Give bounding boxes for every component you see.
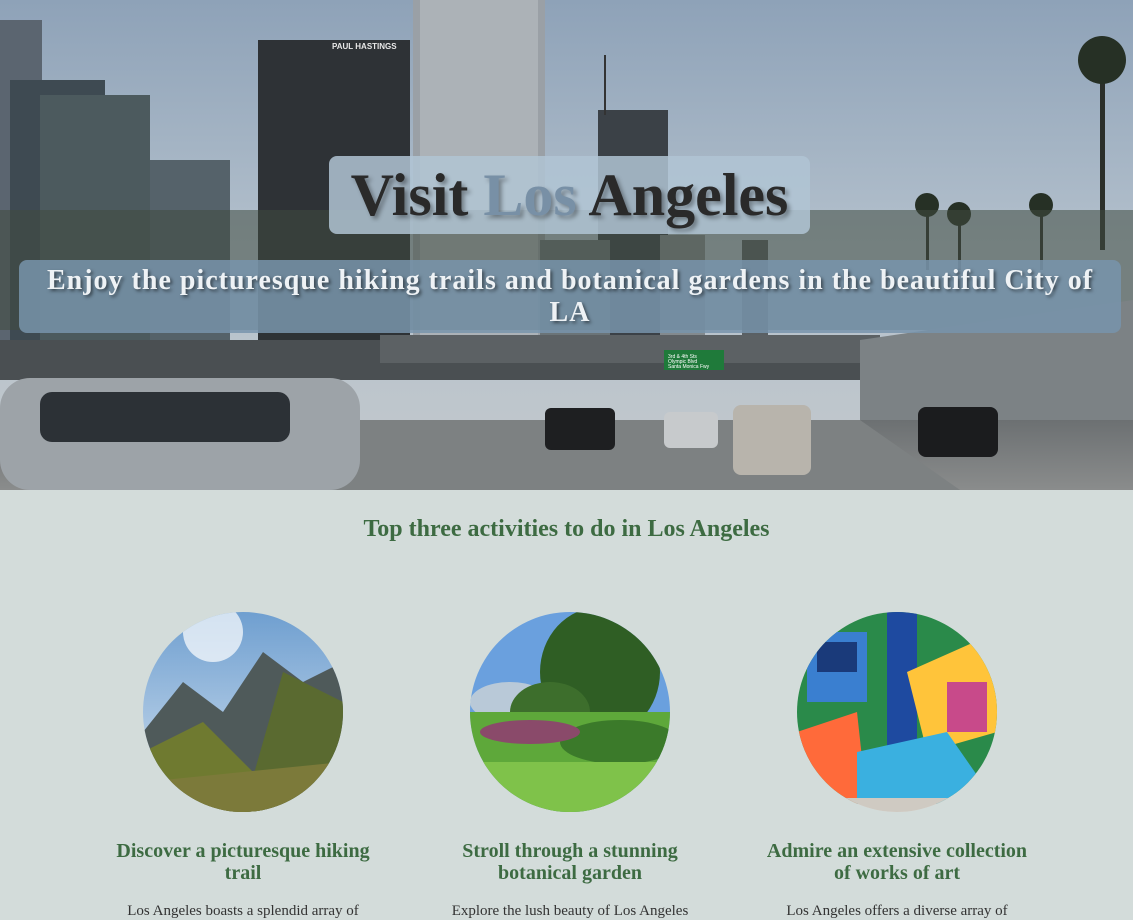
- activity-text: Los Angeles offers a diverse array of: [786, 903, 1008, 919]
- svg-text:PAUL HASTINGS: PAUL HASTINGS: [332, 42, 397, 51]
- activity-card-hiking: Discover a picturesque hiking trail Los …: [103, 612, 383, 920]
- art-mural-photo: [797, 612, 997, 812]
- activity-heading: Discover a picturesque hiking trail: [116, 840, 370, 884]
- title-suffix: Angeles: [576, 162, 789, 228]
- hero-banner: PAUL HASTINGS 3rd & 4th Sts Olympic Blvd…: [0, 0, 1133, 490]
- city-freeway-background-image: PAUL HASTINGS 3rd & 4th Sts Olympic Blvd…: [0, 0, 1133, 490]
- paul-hastings-sign: PAUL HASTINGS: [332, 42, 397, 51]
- subtitle-box: Enjoy the picturesque hiking trails and …: [19, 260, 1121, 333]
- title-box: Visit Los Angeles: [329, 156, 810, 234]
- freeway-sign: 3rd & 4th Sts Olympic Blvd Santa Monica …: [664, 350, 724, 370]
- activity-card-art: Admire an extensive collection of works …: [757, 612, 1037, 920]
- svg-text:Santa Monica Fwy: Santa Monica Fwy: [668, 364, 710, 370]
- page-title: Visit Los Angeles: [351, 165, 789, 225]
- activity-heading: Stroll through a stunning botanical gard…: [462, 840, 678, 884]
- mountain-trail-photo: [143, 612, 343, 812]
- hero-subtitle: Enjoy the picturesque hiking trails and …: [46, 264, 1094, 328]
- activity-text: Los Angeles boasts a splendid array of: [127, 903, 359, 919]
- title-accent: Los: [483, 162, 577, 228]
- botanical-garden-photo: [470, 612, 670, 812]
- activity-card-garden: Stroll through a stunning botanical gard…: [430, 612, 710, 920]
- title-prefix: Visit: [350, 162, 484, 228]
- section-title: Top three activities to do in Los Angele…: [363, 516, 770, 542]
- activity-text: Explore the lush beauty of Los Angeles: [451, 903, 689, 919]
- activity-heading: Admire an extensive collection of works …: [766, 840, 1028, 884]
